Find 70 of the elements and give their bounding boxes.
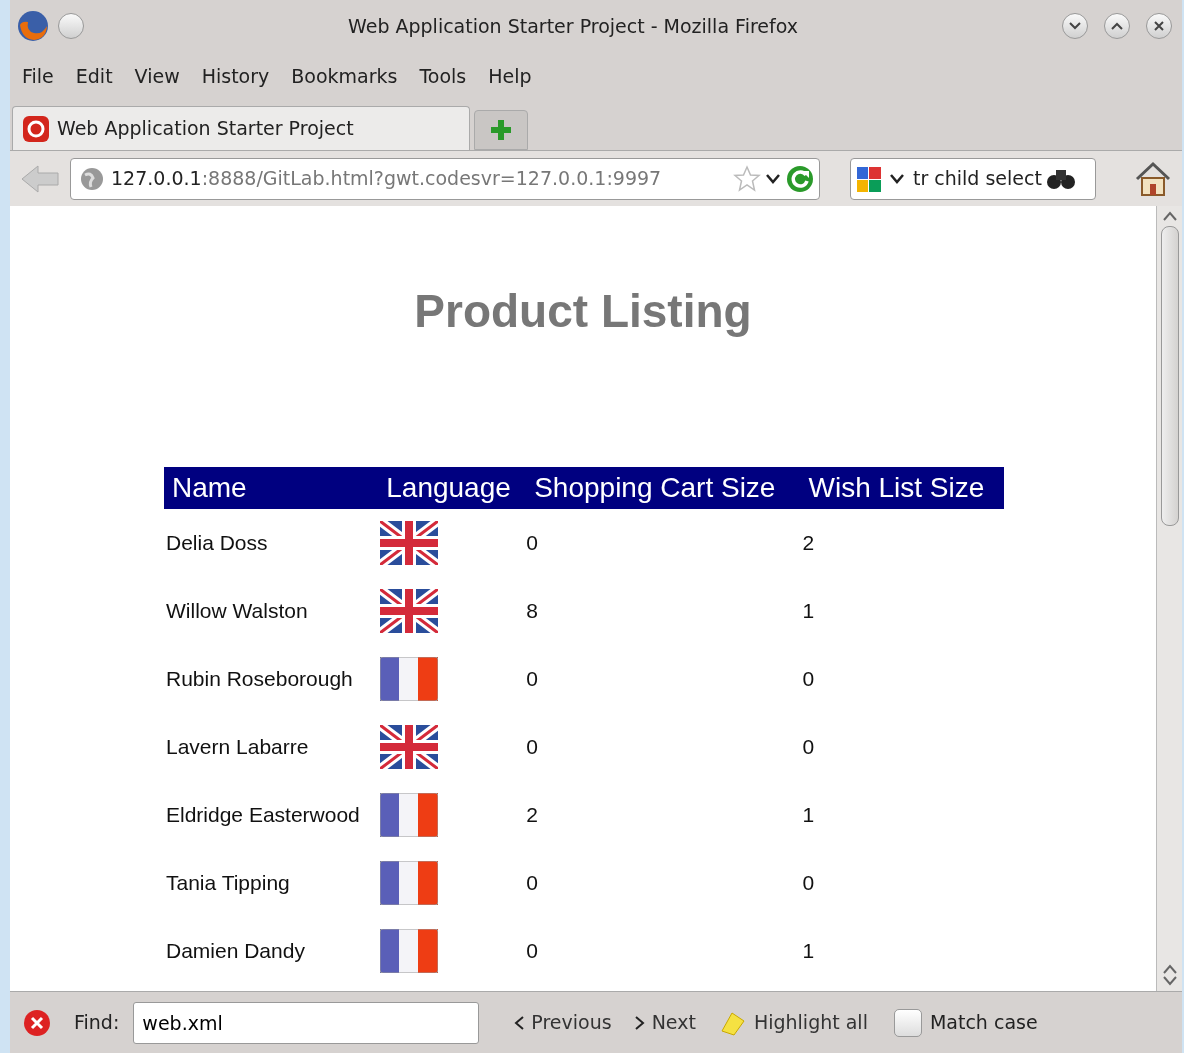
address-bar[interactable]: 127.0.0.1:8888/GitLab.html?gwt.codesvr=127.0.0.1:9997 [70, 157, 820, 200]
page-heading: Product Listing [413, 284, 753, 339]
highlight-all-button[interactable]: Highlight all [713, 1008, 872, 1037]
binoculars-icon[interactable] [1045, 167, 1076, 190]
maximize-button[interactable] [1104, 13, 1130, 39]
flag-icon [380, 521, 439, 566]
table-cell-text: 0 [526, 870, 539, 897]
menu-item[interactable]: File [22, 61, 54, 91]
menu-item[interactable]: History [201, 61, 270, 91]
table-cell-text: Eldridge Easterwood [165, 802, 361, 829]
home-icon[interactable] [1134, 160, 1172, 197]
window-menu-button[interactable] [58, 13, 84, 39]
flag-icon [380, 725, 439, 770]
table-cell: 0 [526, 509, 801, 578]
plus-icon [488, 117, 514, 143]
column-header[interactable]: Wish List Size [800, 467, 1004, 510]
table-cell: Delia Doss [164, 509, 379, 578]
window-title: Web Application Starter Project - Mozilla Firefox [347, 13, 799, 39]
table-cell-text: 0 [526, 734, 539, 761]
match-case-checkbox[interactable] [893, 1008, 922, 1037]
browser-tab[interactable]: Web Application Starter Project [12, 106, 470, 150]
browser-logo-icon [16, 9, 50, 43]
flag-icon [380, 657, 439, 702]
table-cell-text: 1 [801, 938, 816, 965]
close-icon [1153, 20, 1165, 32]
menu-item[interactable]: Tools [419, 61, 467, 91]
column-header[interactable]: Shopping Cart Size [526, 467, 801, 510]
column-header[interactable]: Language [378, 467, 527, 510]
close-button[interactable] [1146, 13, 1172, 39]
table-cell-text: 8 [526, 598, 539, 625]
minimize-button[interactable] [1062, 13, 1088, 39]
scrollbar[interactable] [1156, 206, 1182, 991]
flag-icon [380, 861, 439, 906]
previous-button[interactable]: Previous [509, 1008, 616, 1037]
table-cell-text: Willow Walston [165, 598, 309, 625]
flag-icon [380, 589, 439, 634]
search-field[interactable]: tr child select [850, 157, 1096, 200]
table-cell-text: 0 [801, 734, 816, 761]
table-cell-text: 0 [801, 870, 816, 897]
table-cell-text: 1 [801, 598, 816, 625]
table-cell-text: Tania Tipping [165, 870, 291, 897]
match-case-label[interactable]: Match case [929, 1008, 1038, 1037]
table-cell: 2 [800, 509, 1004, 578]
table-cell-text: 0 [526, 666, 539, 693]
chevron-up-icon [1111, 22, 1123, 30]
menu-item[interactable]: Bookmarks [291, 61, 398, 91]
close-icon[interactable] [22, 1007, 52, 1038]
chevron-right-icon [633, 1014, 646, 1031]
table-cell-text: Damien Dandy [165, 938, 306, 965]
chevron-down-icon [1069, 22, 1081, 30]
scrollbar-thumb[interactable] [1160, 226, 1179, 526]
find-field[interactable]: web.xml [133, 1001, 480, 1044]
menu-item[interactable]: Edit [75, 61, 113, 91]
flag-icon [380, 793, 439, 838]
menu-item[interactable]: View [134, 61, 180, 91]
table-cell-text: 0 [526, 938, 539, 965]
next-button[interactable]: Next [629, 1008, 700, 1037]
site-icon [21, 113, 51, 144]
flag-icon [380, 929, 439, 974]
column-header[interactable]: Name [164, 467, 379, 510]
table-cell-text: Lavern Labarre [165, 734, 310, 761]
table-cell-text: 1 [801, 802, 816, 829]
table-cell-text: 0 [801, 666, 816, 693]
table-cell-text: 2 [526, 802, 539, 829]
table-cell-text: Rubin Roseborough [165, 666, 354, 693]
find-label: Find: [74, 1010, 120, 1036]
menu-item[interactable]: Help [488, 61, 532, 91]
star-icon[interactable] [733, 164, 761, 193]
reload-icon[interactable] [785, 163, 815, 194]
chevron-left-icon [513, 1014, 526, 1031]
